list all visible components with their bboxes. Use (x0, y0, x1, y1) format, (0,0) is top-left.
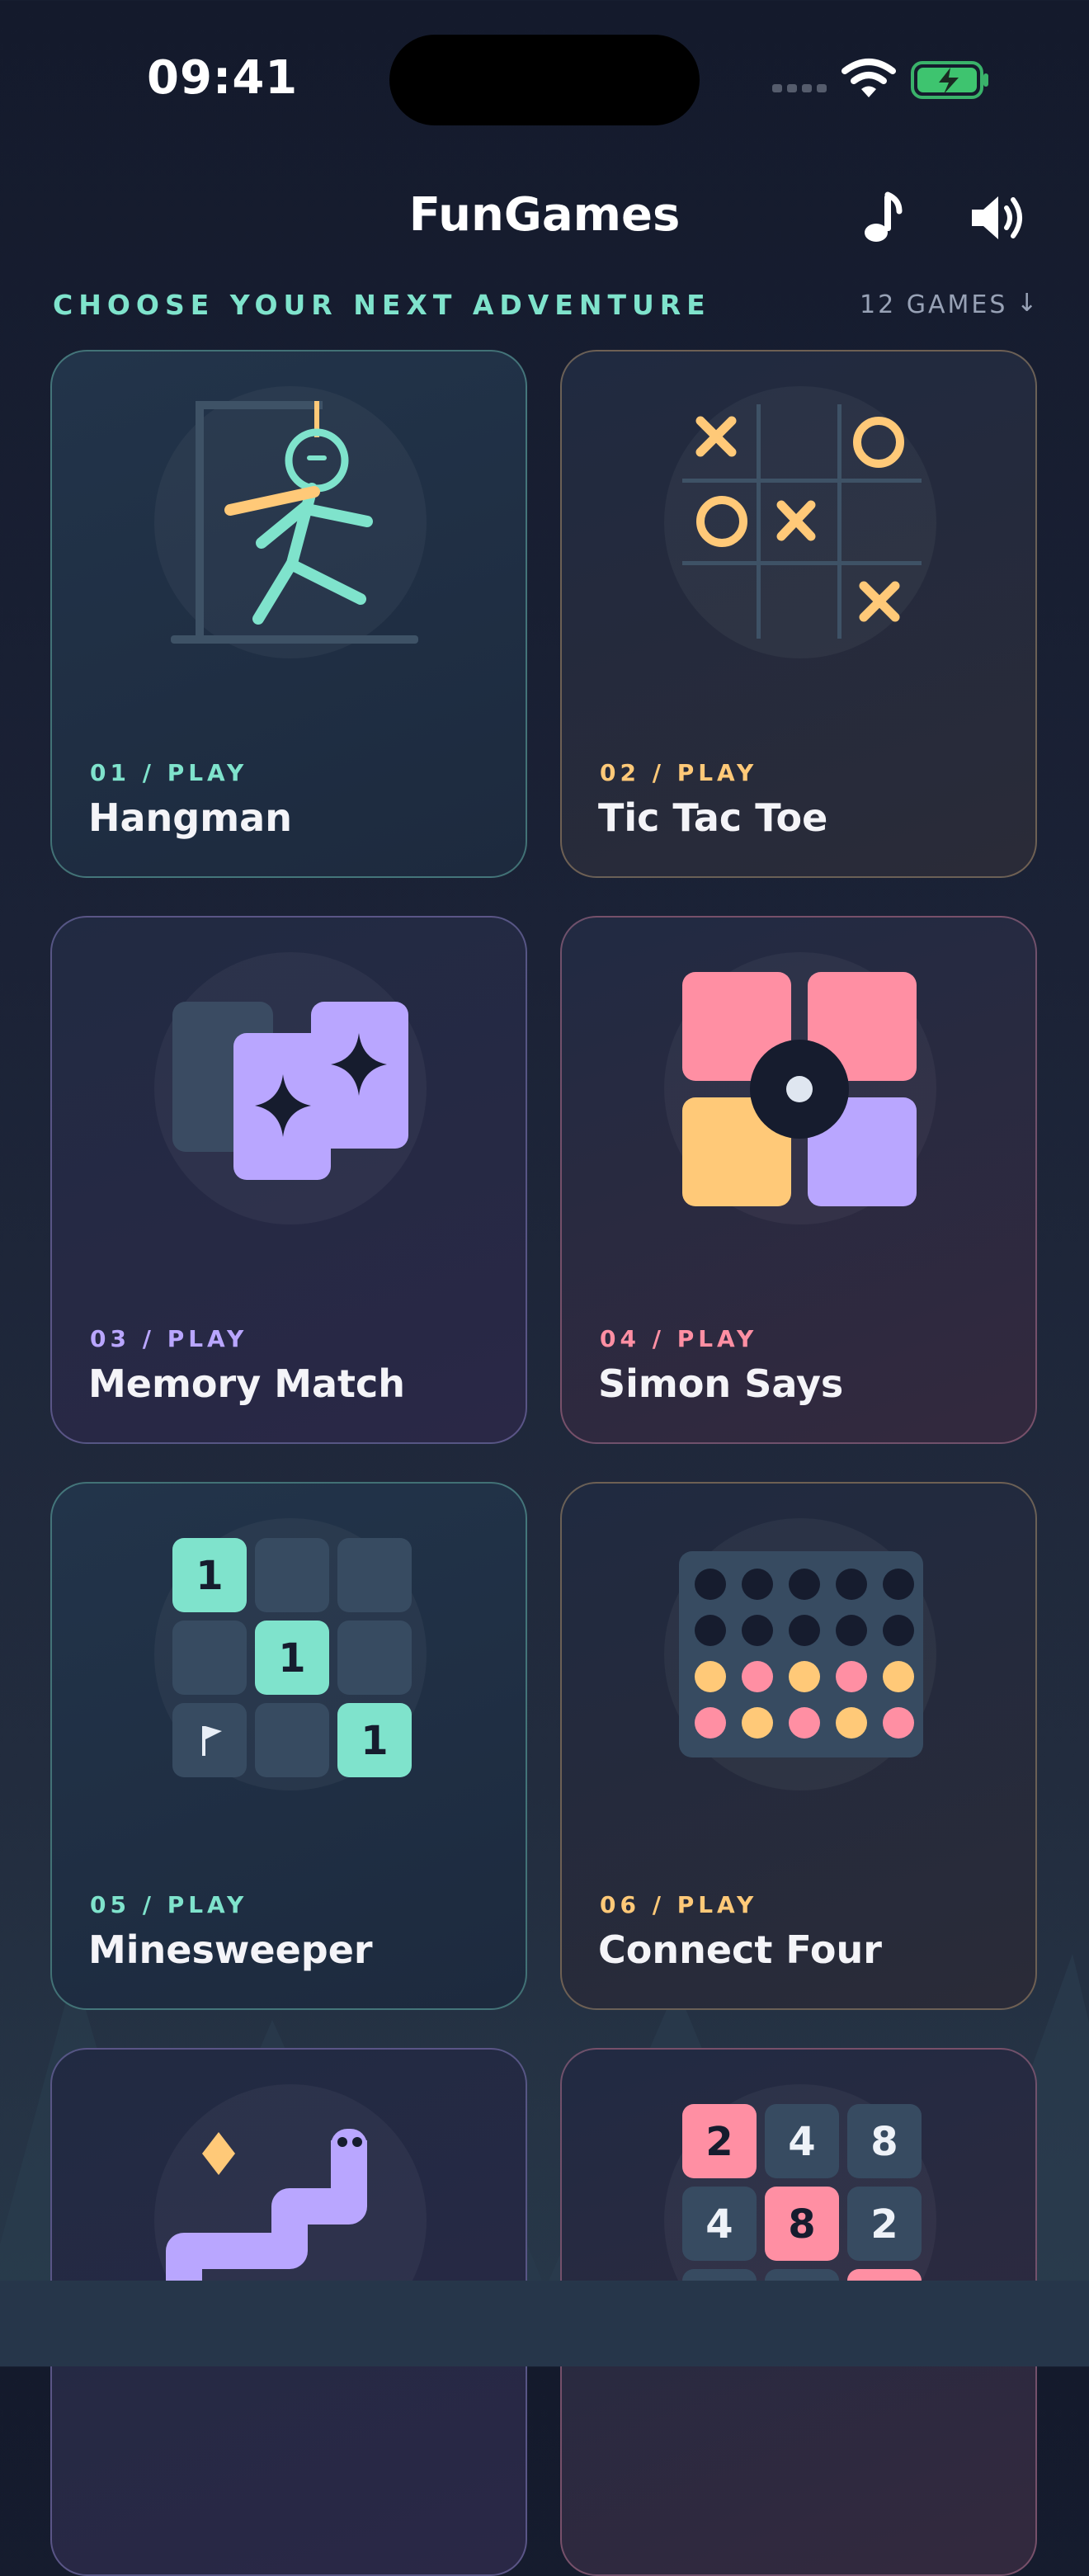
game-card-tic-tac-toe[interactable]: 02 / PLAY Tic Tac Toe (560, 350, 1037, 878)
game-number: 06 / PLAY (600, 1891, 758, 1918)
memory-cards-icon (172, 1002, 408, 1180)
game-card-connect-four[interactable]: 06 / PLAY Connect Four (560, 1482, 1037, 2010)
music-note-icon[interactable] (853, 188, 911, 246)
section-heading: CHOOSE YOUR NEXT ADVENTURE (53, 289, 711, 321)
tile-number: 1 (196, 1553, 223, 1599)
tic-tac-toe-icon (682, 404, 922, 639)
tile-number: 8 (870, 2119, 898, 2165)
games-count[interactable]: 12 GAMES (860, 290, 1007, 319)
game-name: Connect Four (598, 1927, 882, 1972)
arrow-down-icon[interactable]: ↓ (1016, 289, 1037, 318)
tile-number: 4 (788, 2119, 815, 2165)
tile-number: 8 (788, 2201, 815, 2248)
game-card-memory-match[interactable]: 03 / PLAY Memory Match (50, 916, 527, 1444)
app-title: FunGames (408, 188, 681, 242)
simon-pads-icon (682, 972, 917, 1206)
dynamic-island (389, 35, 700, 125)
hangman-icon (171, 401, 418, 644)
game-number: 02 / PLAY (600, 759, 758, 786)
wifi-icon (842, 59, 896, 97)
tile-number: 2 (870, 2201, 898, 2248)
tile-number: 1 (361, 1718, 388, 1764)
status-time: 09:41 (147, 51, 299, 105)
game-number: 01 / PLAY (90, 759, 248, 786)
tile-number: 2 (705, 2119, 733, 2165)
game-number: 05 / PLAY (90, 1891, 248, 1918)
game-number: 04 / PLAY (600, 1325, 758, 1352)
game-number: 03 / PLAY (90, 1325, 248, 1352)
connect-four-board-icon (679, 1551, 923, 1757)
tile-number: 4 (705, 2201, 733, 2248)
tile-number: 1 (278, 1635, 305, 1682)
game-card-minesweeper[interactable]: 1 1 1 05 / PLAY Minesweeper (50, 1482, 527, 2010)
game-name: Memory Match (88, 1361, 406, 1406)
game-name: Hangman (88, 795, 292, 840)
minesweeper-grid-icon: 1 1 1 (172, 1538, 412, 1777)
speaker-icon[interactable] (967, 186, 1030, 249)
game-name: Simon Says (598, 1361, 844, 1406)
battery-icon (911, 61, 988, 99)
game-card-simon-says[interactable]: 04 / PLAY Simon Says (560, 916, 1037, 1444)
bottom-fade-bar (0, 2281, 1089, 2366)
game-name: Minesweeper (88, 1927, 373, 1972)
cellular-icon (772, 84, 827, 92)
game-name: Tic Tac Toe (598, 795, 828, 840)
game-card-hangman[interactable]: 01 / PLAY Hangman (50, 350, 527, 878)
